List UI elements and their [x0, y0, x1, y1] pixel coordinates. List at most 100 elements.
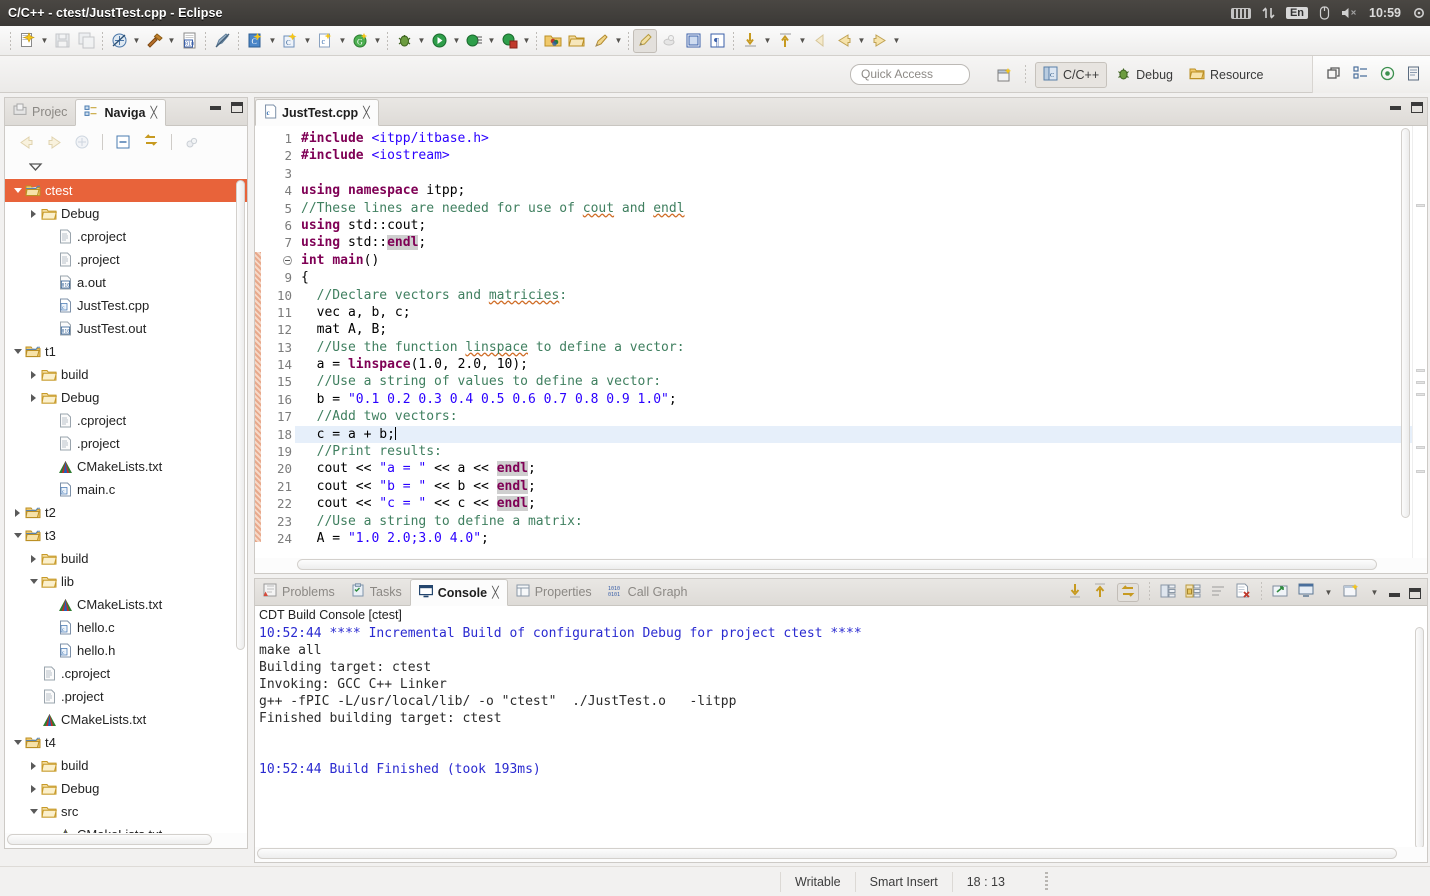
tree-item-justtest-cpp[interactable]: c JustTest.cpp [5, 294, 247, 317]
pencil-search-icon[interactable] [589, 29, 613, 53]
keyboard-icon[interactable] [1230, 7, 1251, 19]
twisty-closed-icon[interactable] [27, 754, 40, 777]
close-icon[interactable]: ╳ [492, 586, 499, 599]
code-line[interactable]: { [295, 269, 1412, 286]
color-folder-icon[interactable] [541, 29, 565, 53]
c-file-dropdown-arrow[interactable]: ▼ [337, 29, 348, 53]
tree-item-cmakelists-txt[interactable]: CMakeLists.txt [5, 455, 247, 478]
code-line[interactable]: //Use the function linspace to define a … [295, 339, 1412, 356]
new-console-dropdown-arrow[interactable]: ▼ [1369, 585, 1380, 600]
build-all-button[interactable] [107, 29, 131, 53]
stop-dropdown-arrow[interactable]: ▼ [521, 29, 532, 53]
twisty-open-icon[interactable] [11, 340, 24, 363]
tree-item-t4[interactable]: t4 [5, 731, 247, 754]
link-with-editor-icon[interactable] [69, 130, 95, 154]
code-line[interactable]: //Use a string to define a matrix: [295, 513, 1412, 530]
maximize-icon[interactable] [1411, 102, 1423, 113]
bug-icon[interactable] [392, 29, 416, 53]
open-folder-icon[interactable] [565, 29, 589, 53]
code-line[interactable]: cout << "a = " << a << endl; [295, 460, 1412, 477]
twisty-open-icon[interactable] [27, 800, 40, 823]
tree-item--project[interactable]: .project [5, 248, 247, 271]
minimize-icon[interactable] [1389, 593, 1400, 597]
binary-file-icon[interactable]: 010 [177, 29, 201, 53]
new-button[interactable] [15, 29, 39, 53]
outline-icon[interactable] [1353, 66, 1368, 83]
new-console-button[interactable] [1343, 583, 1360, 601]
twisty-closed-icon[interactable] [27, 202, 40, 225]
search-dropdown-arrow[interactable]: ▼ [613, 29, 624, 53]
console-vertical-scrollbar[interactable] [1414, 627, 1425, 847]
code-line[interactable] [295, 165, 1412, 182]
editor-horizontal-scrollbar[interactable] [257, 558, 1425, 571]
tab-justtest-cpp[interactable]: c JustTest.cpp ╳ [255, 99, 379, 126]
arrow-left-yellow-icon[interactable] [832, 29, 856, 53]
tree-item-cmakelists-txt[interactable]: CMakeLists.txt [5, 593, 247, 616]
tree-item-a-out[interactable]: 010 a.out [5, 271, 247, 294]
code-line[interactable]: #include <itpp/itbase.h> [295, 130, 1412, 147]
green-new-dropdown-arrow[interactable]: ▼ [372, 29, 383, 53]
console-output[interactable]: 10:52:44 **** Incremental Build of confi… [255, 625, 1427, 847]
forward-icon[interactable] [41, 130, 67, 154]
code-line[interactable]: int main() [295, 252, 1412, 269]
prev-annotation-dropdown-arrow[interactable]: ▼ [797, 29, 808, 53]
network-updown-icon[interactable] [1262, 6, 1275, 20]
console-horizontal-scrollbar[interactable] [257, 847, 1425, 860]
remove-console-button[interactable] [1235, 583, 1251, 602]
tab-call-graph[interactable]: 1010 0101 Call Graph [600, 578, 696, 605]
display-console-dropdown-arrow[interactable]: ▼ [1323, 585, 1334, 600]
open-perspective-icon[interactable] [992, 63, 1016, 87]
code-line[interactable]: mat A, B; [295, 321, 1412, 338]
tree-item-ctest[interactable]: ctest [5, 179, 247, 202]
twisty-closed-icon[interactable] [27, 386, 40, 409]
next-annotation-dropdown-arrow[interactable]: ▼ [762, 29, 773, 53]
close-icon[interactable]: ╳ [150, 106, 157, 119]
scroll-down-button[interactable] [1067, 582, 1083, 602]
tree-item--project[interactable]: .project [5, 432, 247, 455]
tab-console[interactable]: Console ╳ [409, 579, 508, 606]
save-button[interactable] [50, 29, 74, 53]
filter-icon[interactable] [179, 130, 205, 154]
show-console-button[interactable] [1160, 583, 1176, 602]
quick-access-input[interactable]: Quick Access [850, 64, 970, 85]
tree-item-t1[interactable]: t1 [5, 340, 247, 363]
tree-item-cmakelists-txt[interactable]: CMakeLists.txt [5, 708, 247, 731]
tab-properties[interactable]: Properties [508, 578, 600, 605]
bluetooth-icon[interactable] [1319, 6, 1330, 20]
tree-item-build[interactable]: build [5, 547, 247, 570]
tree-item-build[interactable]: build [5, 754, 247, 777]
minimize-icon[interactable] [210, 105, 221, 110]
code-line[interactable]: using std::endl; [295, 234, 1412, 251]
tree-item-build[interactable]: build [5, 363, 247, 386]
build-dropdown-arrow[interactable]: ▼ [166, 29, 177, 53]
tab-navigator[interactable]: Naviga ╳ [75, 99, 167, 126]
collapse-all-icon[interactable] [110, 130, 136, 154]
tab-project-explorer[interactable]: Projec [5, 98, 75, 125]
tree-item--cproject[interactable]: .cproject [5, 662, 247, 685]
language-indicator[interactable]: En [1285, 7, 1309, 19]
open-console-button[interactable] [1272, 583, 1289, 601]
display-console-button[interactable] [1298, 583, 1314, 601]
cpp-class-icon[interactable]: C [278, 29, 302, 53]
tree-item-t2[interactable]: t2 [5, 501, 247, 524]
code-line[interactable]: //Print results: [295, 443, 1412, 460]
twisty-open-icon[interactable] [27, 570, 40, 593]
back-icon[interactable] [13, 130, 39, 154]
tree-item-main-c[interactable]: c main.c [5, 478, 247, 501]
arrow-down-yellow-icon[interactable] [738, 29, 762, 53]
tree-item-cmakelists-txt[interactable]: CMakeLists.txt [5, 823, 247, 833]
twisty-open-icon[interactable] [11, 179, 24, 202]
minimize-icon[interactable] [1390, 105, 1401, 110]
target-icon[interactable] [1380, 66, 1395, 84]
tab-tasks[interactable]: Tasks [343, 578, 410, 605]
green-new-icon[interactable]: G [348, 29, 372, 53]
scroll-lock-button[interactable] [1117, 582, 1139, 602]
code-line[interactable]: //These lines are needed for use of cout… [295, 200, 1412, 217]
code-line[interactable]: #include <iostream> [295, 147, 1412, 164]
tree-item-src[interactable]: src [5, 800, 247, 823]
hammer-icon[interactable] [142, 29, 166, 53]
cpp-class-dropdown-arrow[interactable]: ▼ [302, 29, 313, 53]
pencil-strike-icon[interactable] [210, 29, 234, 53]
c-project-dropdown-arrow[interactable]: ▼ [267, 29, 278, 53]
macro-icon[interactable] [657, 29, 681, 53]
